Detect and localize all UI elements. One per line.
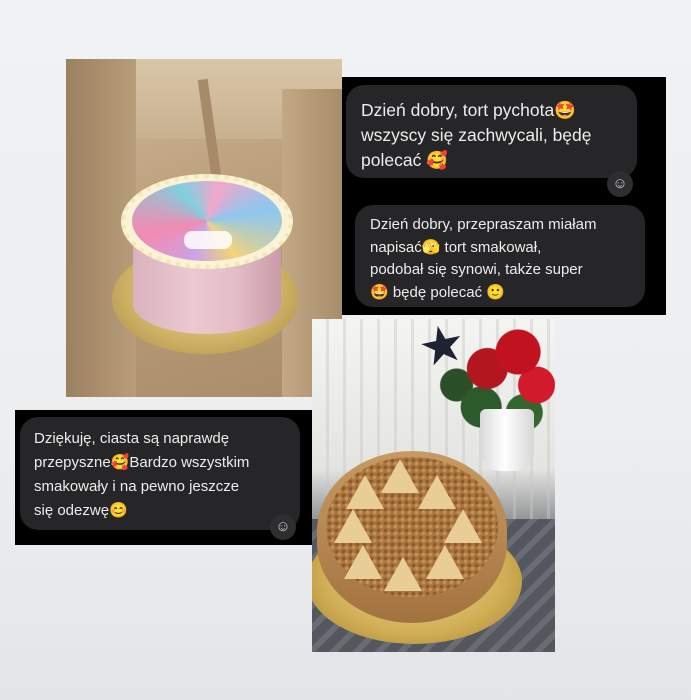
pastry-tree bbox=[444, 509, 482, 543]
message-bubble: Dzień dobry, przepraszam miałam napisać🫣… bbox=[355, 205, 645, 307]
chat-screenshot-top: Dzień dobry, tort pychota🤩 wszyscy się z… bbox=[342, 77, 666, 315]
pastry-tree bbox=[426, 545, 464, 579]
pie-photo: ★ bbox=[312, 319, 555, 652]
message-bubble: Dziękuję, ciasta są naprawdę przepyszne🥰… bbox=[20, 417, 300, 530]
pastry-tree bbox=[334, 509, 372, 543]
message-bubble: Dzień dobry, tort pychota🤩 wszyscy się z… bbox=[346, 85, 637, 178]
add-reaction-icon[interactable]: ☺ bbox=[270, 514, 296, 540]
flower-pot bbox=[480, 409, 534, 471]
pastry-tree bbox=[418, 475, 456, 509]
add-reaction-icon[interactable]: ☺ bbox=[607, 171, 633, 197]
pastry-tree bbox=[381, 459, 419, 493]
print-logo bbox=[184, 231, 232, 249]
pastry-tree bbox=[344, 545, 382, 579]
pastry-tree bbox=[346, 475, 384, 509]
cake-edible-print bbox=[132, 181, 282, 261]
pastry-tree bbox=[384, 557, 422, 591]
chat-screenshot-left: Dziękuję, ciasta są naprawdę przepyszne🥰… bbox=[15, 410, 312, 545]
pie-top bbox=[326, 457, 498, 597]
cake-photo bbox=[66, 59, 342, 397]
